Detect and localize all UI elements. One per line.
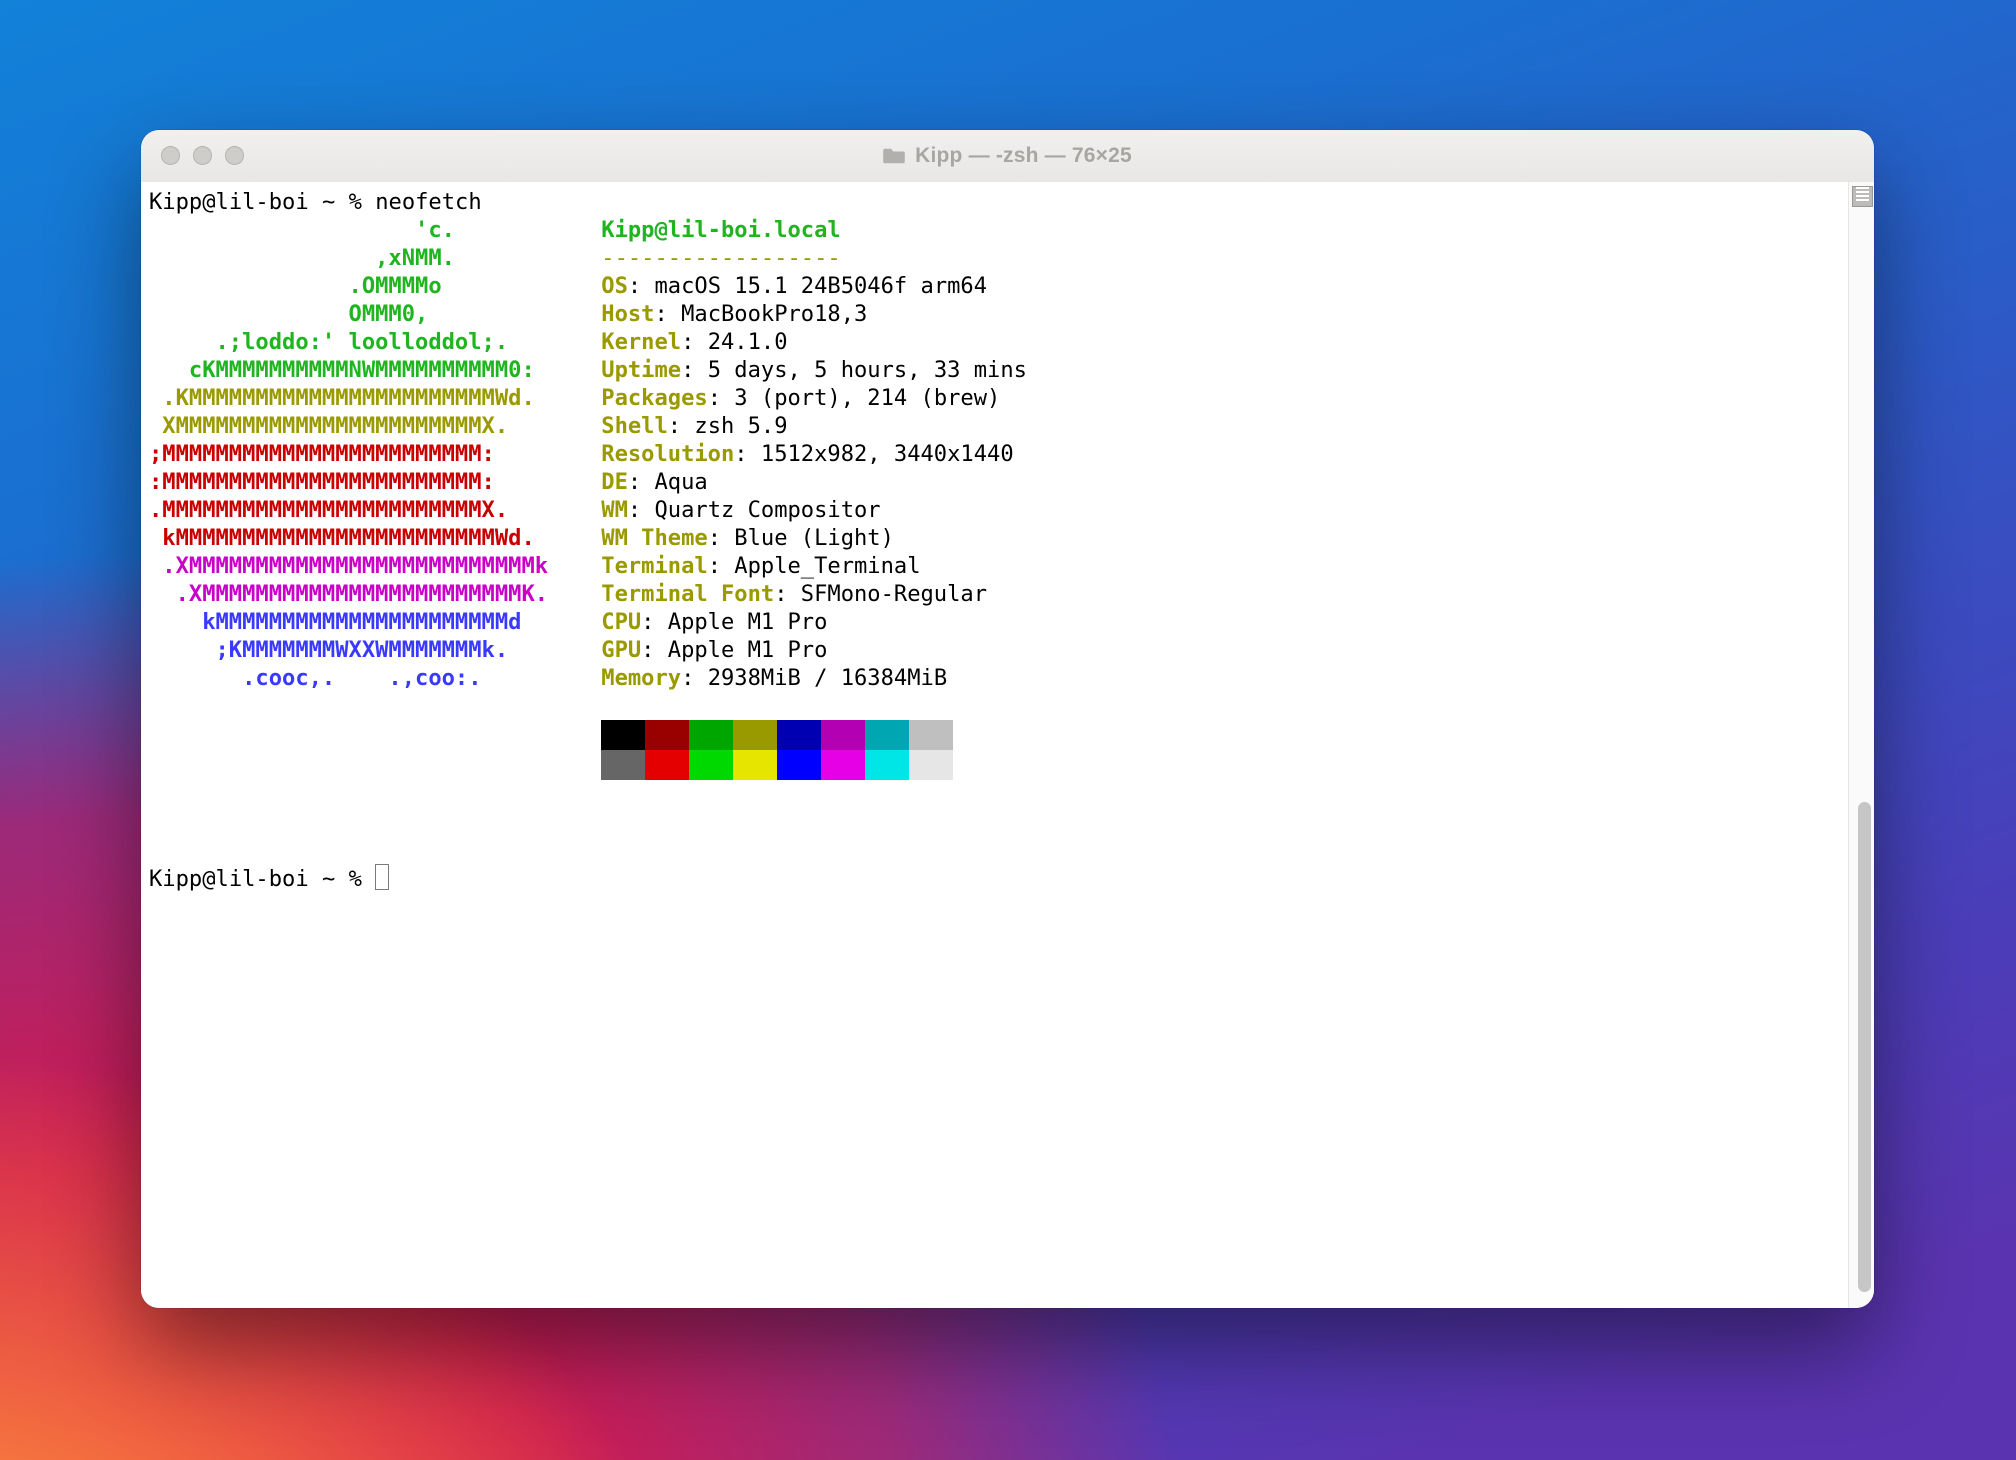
window-controls [161,146,244,165]
terminal-body: Kipp@lil-boi ~ % neofetch 'c. Kipp@lil-b… [141,182,1874,1308]
swatch [909,720,953,750]
minimize-button[interactable] [193,146,212,165]
terminal-viewport[interactable]: Kipp@lil-boi ~ % neofetch 'c. Kipp@lil-b… [141,182,1848,1308]
neofetch-output: 'c. Kipp@lil-boi.local ,xNMM. ----------… [149,217,1027,747]
swatch [777,720,821,750]
entered-command: neofetch [375,189,481,215]
window-titlebar[interactable]: Kipp — -zsh — 76×25 [141,130,1874,183]
swatch [645,750,689,780]
swatch [865,720,909,750]
desktop-background: Kipp — -zsh — 76×25 Kipp@lil-boi ~ % neo… [0,0,2016,1460]
scrollbar-thumb[interactable] [1858,802,1871,1292]
window-title-text: Kipp — -zsh — 76×25 [915,144,1132,168]
terminal-window[interactable]: Kipp — -zsh — 76×25 Kipp@lil-boi ~ % neo… [141,130,1874,1308]
swatch [601,750,645,780]
cursor-icon [375,864,389,890]
window-title: Kipp — -zsh — 76×25 [883,144,1132,168]
folder-icon [883,147,905,165]
swatch [689,750,733,780]
swatch [733,750,777,780]
prompt-line-2[interactable]: Kipp@lil-boi ~ % [149,866,389,892]
swatch [733,720,777,750]
scrollbar-track[interactable] [1848,182,1874,1308]
swatch [865,750,909,780]
swatch [909,750,953,780]
info-header: Kipp@lil-boi.local [601,217,840,243]
swatch [689,720,733,750]
swatch [821,720,865,750]
swatch [777,750,821,780]
prompt-line-1: Kipp@lil-boi ~ % neofetch [149,189,482,215]
close-button[interactable] [161,146,180,165]
color-swatches [601,720,953,780]
swatch [645,720,689,750]
swatch [601,720,645,750]
zoom-button[interactable] [225,146,244,165]
swatch [821,750,865,780]
scroll-to-top-icon[interactable] [1852,186,1873,207]
